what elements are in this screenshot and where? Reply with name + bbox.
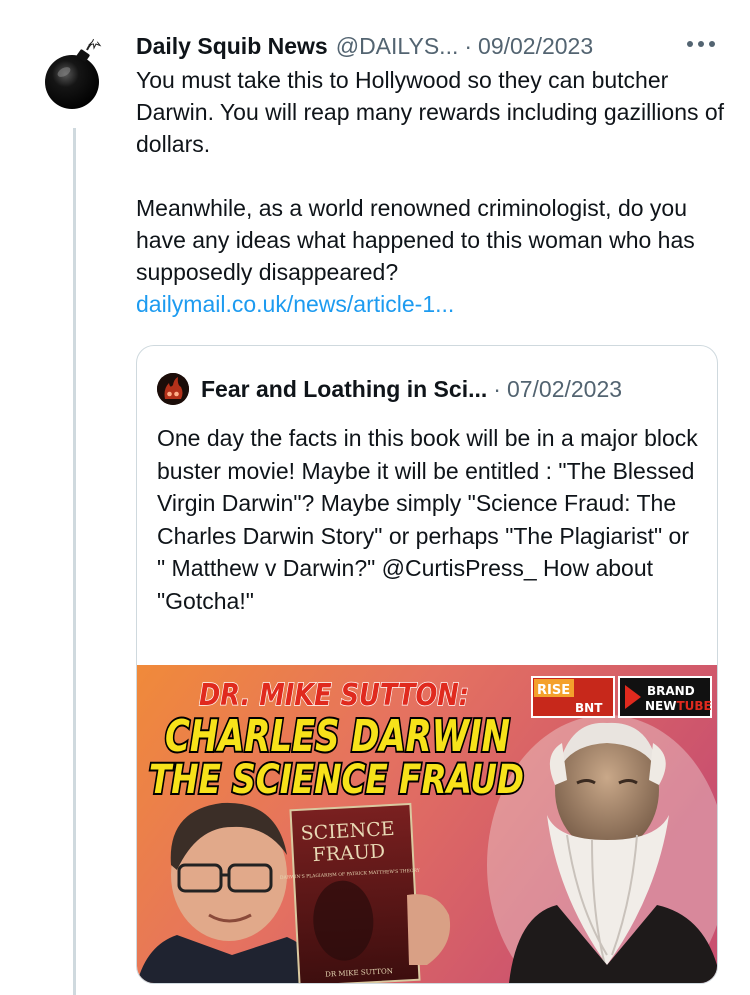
thread-line bbox=[73, 128, 76, 995]
headline-line-1: DR. MIKE SUTTON: bbox=[199, 678, 469, 713]
book-title-2: FRAUD bbox=[312, 840, 386, 866]
quote-body: One day the facts in this book will be i… bbox=[157, 425, 698, 614]
quote-author-name[interactable]: Fear and Loathing in Sci... bbox=[201, 376, 487, 403]
tweet-date[interactable]: 09/02/2023 bbox=[478, 33, 593, 60]
tweet-body: You must take this to Hollywood so they … bbox=[136, 64, 726, 320]
quoted-tweet[interactable]: Fear and Loathing in Sci... · 07/02/2023… bbox=[136, 345, 718, 984]
badge-new: NEW bbox=[645, 699, 676, 713]
quote-header: Fear and Loathing in Sci... · 07/02/2023 bbox=[157, 372, 622, 406]
author-handle[interactable]: @DAILYS... bbox=[336, 33, 459, 60]
rise-bnt-badge: RISE BNT bbox=[531, 676, 615, 718]
header-separator: · bbox=[464, 32, 473, 59]
brand-new-tube-badge: BRAND NEWTUBE bbox=[618, 676, 712, 718]
more-dots-icon bbox=[687, 41, 715, 47]
tweet-paragraph-2: Meanwhile, as a world renowned criminolo… bbox=[136, 195, 695, 285]
more-options-button[interactable] bbox=[683, 32, 719, 56]
author-name[interactable]: Daily Squib News bbox=[136, 33, 328, 60]
quote-author-avatar[interactable] bbox=[157, 373, 189, 405]
quote-header-separator: · bbox=[493, 375, 501, 402]
badge-bnt: BNT bbox=[575, 701, 603, 715]
svg-text:NEWTUBE: NEWTUBE bbox=[645, 699, 712, 713]
thumbnail-headline: DR. MIKE SUTTON: CHARLES DARWIN THE SCIE… bbox=[147, 677, 526, 805]
flame-skull-icon bbox=[157, 373, 189, 405]
tweet-header: Daily Squib News @DAILYS... · 09/02/2023 bbox=[136, 30, 593, 62]
quote-media-image[interactable]: SCIENCE FRAUD DARWIN'S PLAGIARISM OF PAT… bbox=[137, 665, 717, 983]
tweet-link[interactable]: dailymail.co.uk/news/article-1... bbox=[136, 291, 454, 317]
badge-tube: TUBE bbox=[676, 699, 711, 713]
headline-line-3: THE SCIENCE FRAUD bbox=[149, 757, 524, 803]
badge-rise: RISE bbox=[537, 683, 570, 698]
headline-line-2: CHARLES DARWIN bbox=[165, 711, 510, 762]
badge-brand: BRAND bbox=[647, 684, 695, 698]
author-avatar[interactable] bbox=[34, 34, 114, 114]
quote-date[interactable]: 07/02/2023 bbox=[507, 376, 622, 403]
bomb-icon bbox=[45, 34, 102, 109]
tweet-paragraph-1: You must take this to Hollywood so they … bbox=[136, 67, 725, 157]
